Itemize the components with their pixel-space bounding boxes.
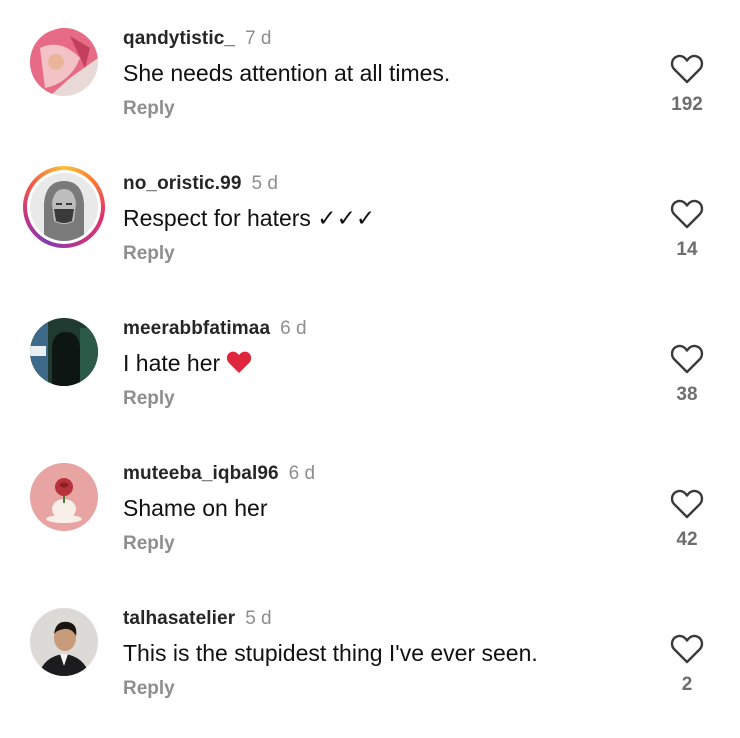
reply-button[interactable]: Reply bbox=[123, 98, 175, 120]
heart-outline-icon bbox=[670, 489, 704, 519]
avatar-photo-pink-fabric bbox=[30, 28, 98, 96]
username[interactable]: meerabbfatimaa bbox=[123, 318, 270, 340]
timestamp: 7 d bbox=[245, 28, 272, 49]
reply-button[interactable]: Reply bbox=[123, 678, 175, 700]
avatar bbox=[30, 173, 98, 241]
avatar[interactable] bbox=[30, 463, 98, 531]
heart-outline-icon bbox=[670, 634, 704, 664]
comment-text: Shame on her bbox=[123, 495, 268, 521]
reply-button[interactable]: Reply bbox=[123, 388, 175, 410]
like-count: 14 bbox=[676, 239, 698, 260]
avatar-photo-man-suit bbox=[30, 608, 98, 676]
username[interactable]: talhasatelier bbox=[123, 608, 235, 630]
comment-item: meerabbfatimaa 6 d I hate her Reply 38 bbox=[0, 318, 740, 448]
reply-button[interactable]: Reply bbox=[123, 533, 175, 555]
comment-text: She needs attention at all times. bbox=[123, 60, 451, 86]
comment-text: Respect for haters ✓✓✓ bbox=[123, 205, 376, 231]
like-button[interactable] bbox=[666, 489, 708, 521]
red-heart-emoji-icon bbox=[226, 350, 252, 380]
comment-item: talhasatelier 5 d This is the stupidest … bbox=[0, 608, 740, 738]
comment-text: This is the stupidest thing I've ever se… bbox=[123, 640, 538, 666]
username[interactable]: no_oristic.99 bbox=[123, 173, 242, 195]
timestamp: 6 d bbox=[288, 463, 316, 484]
comment-item: muteeba_iqbal96 6 d Shame on her Reply 4… bbox=[0, 463, 740, 593]
story-ring[interactable] bbox=[23, 166, 105, 248]
comment-item: no_oristic.99 5 d Respect for haters ✓✓✓… bbox=[0, 166, 740, 303]
heart-outline-icon bbox=[670, 344, 704, 374]
like-count: 38 bbox=[676, 384, 698, 405]
timestamp: 5 d bbox=[245, 608, 272, 629]
like-button[interactable] bbox=[666, 634, 708, 666]
comment-meta: talhasatelier 5 d bbox=[123, 608, 272, 632]
comment-meta: muteeba_iqbal96 6 d bbox=[123, 463, 315, 487]
heart-outline-icon bbox=[670, 199, 704, 229]
avatar[interactable] bbox=[30, 318, 98, 386]
reply-button[interactable]: Reply bbox=[123, 243, 175, 265]
username[interactable]: muteeba_iqbal96 bbox=[123, 463, 279, 485]
timestamp: 6 d bbox=[280, 318, 307, 339]
avatar-sketch-hijab bbox=[30, 173, 98, 241]
comment-meta: no_oristic.99 5 d bbox=[123, 173, 278, 197]
comment-meta: qandytistic_ 7 d bbox=[123, 28, 272, 52]
like-count: 192 bbox=[671, 94, 703, 115]
like-button[interactable] bbox=[666, 199, 708, 231]
avatar[interactable] bbox=[30, 28, 98, 96]
comment-text: I hate her bbox=[123, 350, 252, 380]
avatar-illustration-pink-rose bbox=[30, 463, 98, 531]
avatar[interactable] bbox=[30, 608, 98, 676]
like-count: 2 bbox=[681, 674, 693, 695]
like-count: 42 bbox=[676, 529, 698, 550]
heart-outline-icon bbox=[670, 54, 704, 84]
timestamp: 5 d bbox=[251, 173, 278, 194]
like-button[interactable] bbox=[666, 54, 708, 86]
comment-text-content: I hate her bbox=[123, 350, 221, 376]
comment-meta: meerabbfatimaa 6 d bbox=[123, 318, 307, 342]
comment-item: qandytistic_ 7 d She needs attention at … bbox=[0, 28, 740, 158]
like-button[interactable] bbox=[666, 344, 708, 376]
username[interactable]: qandytistic_ bbox=[123, 28, 235, 50]
avatar-photo-dark-green bbox=[30, 318, 98, 386]
